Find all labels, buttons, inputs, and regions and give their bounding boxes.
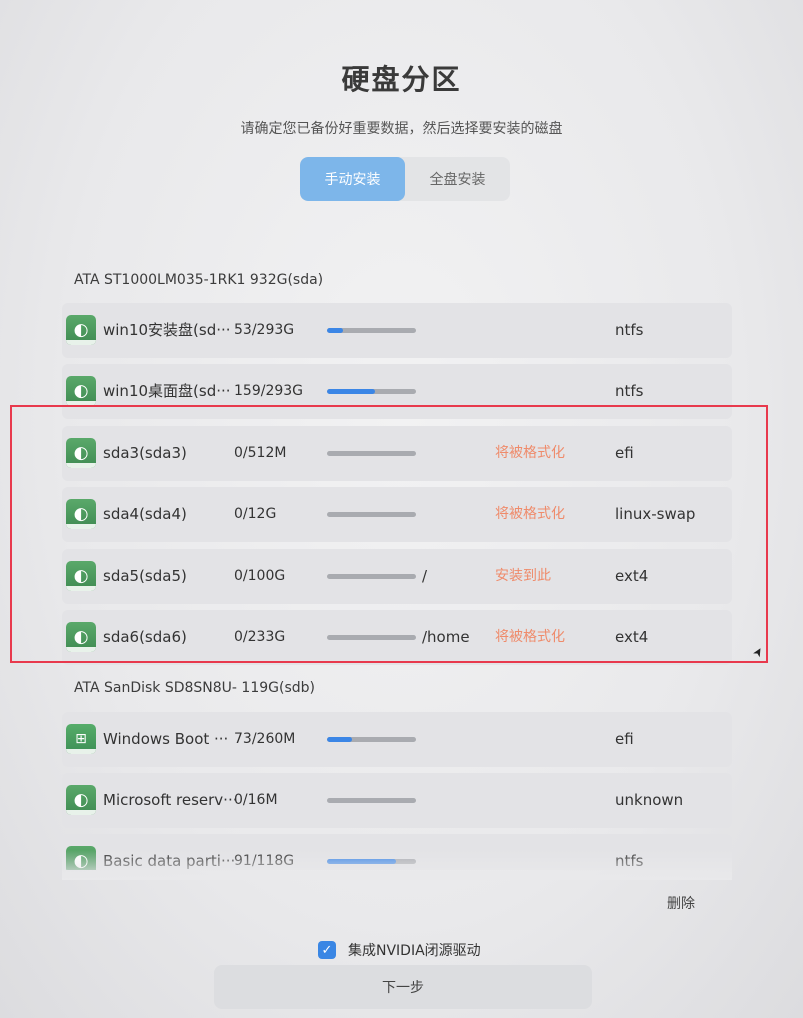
partition-row[interactable]: ◐ sda3(sda3) 0/512M 将被格式化 efi	[62, 426, 732, 481]
usage-bar	[327, 451, 416, 456]
usage-bar-fill	[327, 389, 376, 394]
partition-name: win10安装盘(sd···	[103, 321, 231, 339]
page-subtitle: 请确定您已备份好重要数据，然后选择要安装的磁盘	[240, 121, 563, 137]
delete-button[interactable]: 删除	[667, 893, 695, 913]
filesystem: efi	[615, 730, 634, 748]
partition-name: sda4(sda4)	[103, 505, 187, 523]
partition-status: 将被格式化	[495, 445, 565, 461]
partition-status: 将被格式化	[495, 506, 565, 522]
list-fade	[62, 850, 732, 880]
filesystem: efi	[615, 444, 634, 462]
disk-label-sda: ATA ST1000LM035-1RK1 932G(sda)	[74, 272, 324, 288]
partition-name: win10桌面盘(sd···	[103, 382, 231, 400]
manual-install-tab[interactable]: 手动安装	[300, 157, 405, 201]
usage-bar	[327, 737, 416, 742]
filesystem: unknown	[615, 791, 684, 809]
filesystem: ext4	[615, 628, 649, 646]
partition-size: 73/260M	[234, 731, 296, 747]
partition-row[interactable]: ◐ sda5(sda5) 0/100G / 安装到此 ext4	[62, 549, 732, 604]
usage-bar	[327, 389, 416, 394]
partition-size: 0/16M	[234, 792, 278, 808]
deepin-icon: ◐	[66, 438, 96, 468]
partition-row[interactable]: ⊞ Windows Boot ··· 73/260M efi	[62, 712, 732, 767]
filesystem: ext4	[615, 567, 649, 585]
usage-bar	[327, 798, 416, 803]
partition-name: sda5(sda5)	[103, 567, 187, 585]
deepin-icon: ◐	[66, 561, 96, 591]
partition-size: 0/12G	[234, 506, 277, 522]
deepin-icon: ◐	[66, 499, 96, 529]
partition-status: 安装到此	[495, 568, 551, 584]
filesystem: ntfs	[615, 382, 644, 400]
deepin-icon: ◐	[66, 315, 96, 345]
partition-size: 159/293G	[234, 383, 304, 399]
deepin-icon: ◐	[66, 622, 96, 652]
partition-size: 0/233G	[234, 629, 286, 645]
windows-icon: ⊞	[66, 724, 96, 754]
deepin-icon: ◐	[66, 785, 96, 815]
filesystem: linux-swap	[615, 505, 696, 523]
usage-bar	[327, 635, 416, 640]
partition-name: Microsoft reserv···	[103, 791, 238, 809]
mount-point: /home	[422, 628, 470, 646]
partition-name: sda6(sda6)	[103, 628, 187, 646]
partition-row[interactable]: ◐ sda6(sda6) 0/233G /home 将被格式化 ext4	[62, 610, 732, 665]
partition-name: Windows Boot ···	[103, 730, 229, 748]
partition-size: 0/100G	[234, 568, 286, 584]
partition-status: 将被格式化	[495, 629, 565, 645]
usage-bar-fill	[327, 737, 352, 742]
next-button[interactable]: 下一步	[214, 965, 592, 1009]
partition-row[interactable]: ◐ Microsoft reserv··· 0/16M unknown	[62, 773, 732, 828]
usage-bar	[327, 574, 416, 579]
usage-bar	[327, 512, 416, 517]
usage-bar	[327, 328, 416, 333]
disk-label-sdb: ATA SanDisk SD8SN8U- 119G(sdb)	[74, 680, 315, 696]
partition-size: 0/512M	[234, 445, 287, 461]
filesystem: ntfs	[615, 321, 644, 339]
deepin-icon: ◐	[66, 376, 96, 406]
checkbox[interactable]: ✓	[318, 941, 336, 959]
partition-name: sda3(sda3)	[103, 444, 187, 462]
partition-row[interactable]: ◐ win10桌面盘(sd··· 159/293G ntfs	[62, 364, 732, 419]
page-title: 硬盘分区	[341, 63, 462, 96]
install-mode-switch: 手动安装 全盘安装	[300, 157, 510, 201]
full-disk-install-tab[interactable]: 全盘安装	[405, 157, 510, 201]
partition-size: 53/293G	[234, 322, 295, 338]
mount-point: /	[422, 567, 428, 585]
nvidia-driver-label: 集成NVIDIA闭源驱动	[348, 943, 481, 959]
usage-bar-fill	[327, 328, 344, 333]
partition-row[interactable]: ◐ win10安装盘(sd··· 53/293G ntfs	[62, 303, 732, 358]
partition-row[interactable]: ◐ sda4(sda4) 0/12G 将被格式化 linux-swap	[62, 487, 732, 542]
nvidia-driver-option[interactable]: ✓ 集成NVIDIA闭源驱动	[318, 940, 481, 960]
